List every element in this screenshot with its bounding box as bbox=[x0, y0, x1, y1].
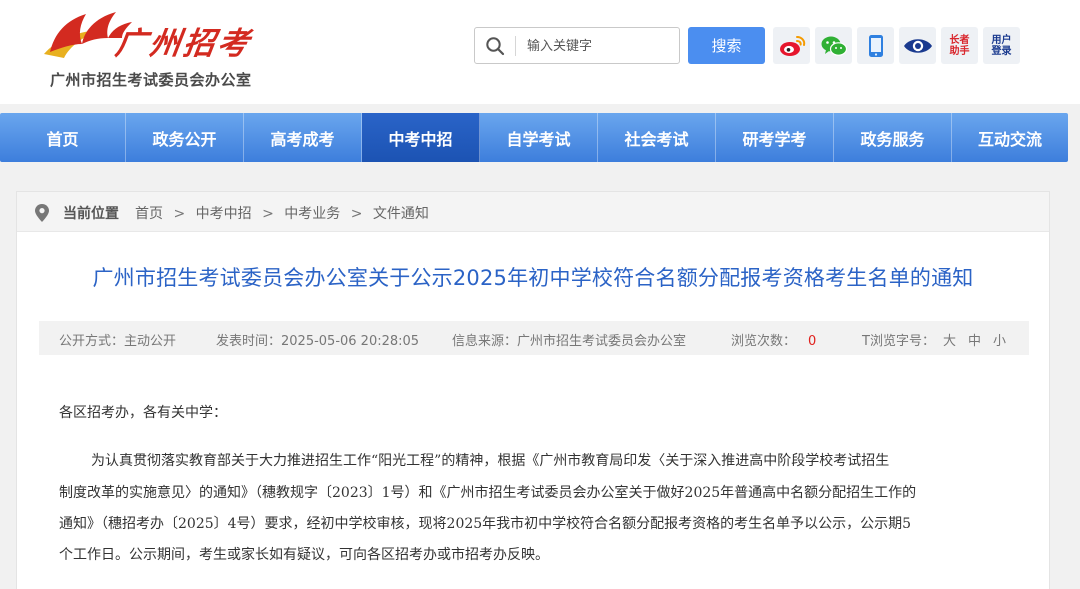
article-paragraph-line: 通知》（穗招考办〔2025〕4号）要求，经初中学校审核，现将2025年我市初中学… bbox=[59, 516, 912, 532]
meta-published-time: 发表时间：2025-05-06 20:28:05 bbox=[216, 334, 420, 349]
elder-assistant-label-line1: 长者 bbox=[949, 34, 970, 46]
article-paragraph-line: 个工作日。公示期间，考生或家长如有疑议，可向各区招考办或市招考办反映。 bbox=[59, 547, 549, 563]
mobile-phone-icon bbox=[868, 34, 883, 57]
meta-views: 浏览次数： 0 bbox=[731, 330, 816, 349]
breadcrumb-item-zhongkao[interactable]: 中考中招 bbox=[196, 203, 252, 223]
nav-item-interaction[interactable]: 互动交流 bbox=[952, 113, 1068, 162]
article-meta: 公开方式：主动公开 发表时间：2025-05-06 20:28:05 信息来源：… bbox=[39, 321, 1029, 355]
font-size-small-link[interactable]: 小 bbox=[993, 334, 1006, 349]
article-card: 当前位置 首页 > 中考中招 > 中考业务 > 文件通知 广州市招生考试委员会办… bbox=[16, 191, 1050, 589]
search-box bbox=[474, 27, 680, 64]
nav-item-postgrad[interactable]: 研考学考 bbox=[716, 113, 834, 162]
nav-item-gov-affairs[interactable]: 政务公开 bbox=[126, 113, 244, 162]
location-pin-icon bbox=[35, 204, 49, 222]
breadcrumb: 当前位置 首页 > 中考中招 > 中考业务 > 文件通知 bbox=[17, 192, 1049, 232]
nav-item-home[interactable]: 首页 bbox=[0, 113, 126, 162]
breadcrumb-separator: > bbox=[173, 206, 186, 222]
breadcrumb-separator: > bbox=[262, 206, 274, 222]
user-login-label: 用户 登录 bbox=[992, 35, 1012, 57]
nav-item-gaokao[interactable]: 高考成考 bbox=[244, 113, 362, 162]
search-divider bbox=[515, 36, 516, 56]
search-icon bbox=[486, 37, 505, 56]
weibo-button[interactable] bbox=[773, 27, 810, 64]
breadcrumb-item-home[interactable]: 首页 bbox=[135, 203, 163, 223]
meta-font-size-label: T浏览字号： bbox=[862, 334, 935, 349]
user-login-button[interactable]: 用户 登录 bbox=[983, 27, 1020, 64]
article-salutation: 各区招考办，各有关中学： bbox=[59, 405, 227, 421]
wechat-button[interactable] bbox=[815, 27, 852, 64]
meta-disclosure: 公开方式：主动公开 bbox=[59, 334, 177, 349]
user-login-label-line2: 登录 bbox=[991, 45, 1012, 57]
meta-font-size: T浏览字号： 大中小 bbox=[862, 330, 1006, 349]
elder-assistant-label: 长者 助手 bbox=[950, 35, 970, 57]
meta-views-count: 0 bbox=[808, 334, 817, 349]
eye-icon bbox=[903, 38, 932, 53]
site-header: 广州招考 广州市招生考试委员会办公室 搜索 bbox=[0, 0, 1080, 104]
font-size-large-link[interactable]: 大 bbox=[943, 334, 956, 349]
main-nav: 首页 政务公开 高考成考 中考中招 自学考试 社会考试 研考学考 政务服务 互动… bbox=[0, 113, 1068, 162]
logo-script-text: 广州招考 bbox=[112, 26, 255, 62]
search-input[interactable] bbox=[527, 34, 675, 58]
accessibility-button[interactable] bbox=[899, 27, 936, 64]
font-size-medium-link[interactable]: 中 bbox=[968, 334, 981, 349]
mobile-app-button[interactable] bbox=[857, 27, 894, 64]
user-login-label-line1: 用户 bbox=[991, 34, 1012, 46]
article-title: 广州市招生考试委员会办公室关于公示2025年初中学校符合名额分配报考资格考生名单… bbox=[92, 266, 974, 290]
breadcrumb-item-business[interactable]: 中考业务 bbox=[284, 203, 340, 223]
wechat-icon bbox=[821, 36, 847, 56]
meta-source: 信息来源：广州市招生考试委员会办公室 bbox=[452, 334, 687, 349]
meta-views-label: 浏览次数： bbox=[731, 334, 797, 349]
breadcrumb-trail: 首页 > 中考中招 > 中考业务 > 文件通知 bbox=[135, 203, 429, 223]
logo-subtitle: 广州市招生考试委员会办公室 bbox=[50, 71, 252, 89]
site-logo[interactable]: 广州招考 bbox=[36, 4, 276, 62]
breadcrumb-separator: > bbox=[350, 206, 363, 222]
elder-assistant-button[interactable]: 长者 助手 bbox=[941, 27, 978, 64]
breadcrumb-label: 当前位置 bbox=[63, 206, 119, 222]
weibo-icon bbox=[779, 35, 805, 56]
elder-assistant-label-line2: 助手 bbox=[949, 45, 970, 57]
breadcrumb-item-notices[interactable]: 文件通知 bbox=[373, 203, 429, 223]
search-button[interactable]: 搜索 bbox=[688, 27, 765, 64]
nav-item-self-study[interactable]: 自学考试 bbox=[480, 113, 598, 162]
nav-item-zhongkao[interactable]: 中考中招 bbox=[362, 113, 480, 162]
article-paragraph-line: 制度改革的实施意见〉的通知》（穗教规字〔2023〕1号）和《广州市招生考试委员会… bbox=[59, 485, 917, 501]
nav-item-social-exams[interactable]: 社会考试 bbox=[598, 113, 716, 162]
nav-item-services[interactable]: 政务服务 bbox=[834, 113, 952, 162]
article-paragraph-line: 为认真贯彻落实教育部关于大力推进招生工作“阳光工程”的精神，根据《广州市教育局印… bbox=[91, 453, 890, 469]
